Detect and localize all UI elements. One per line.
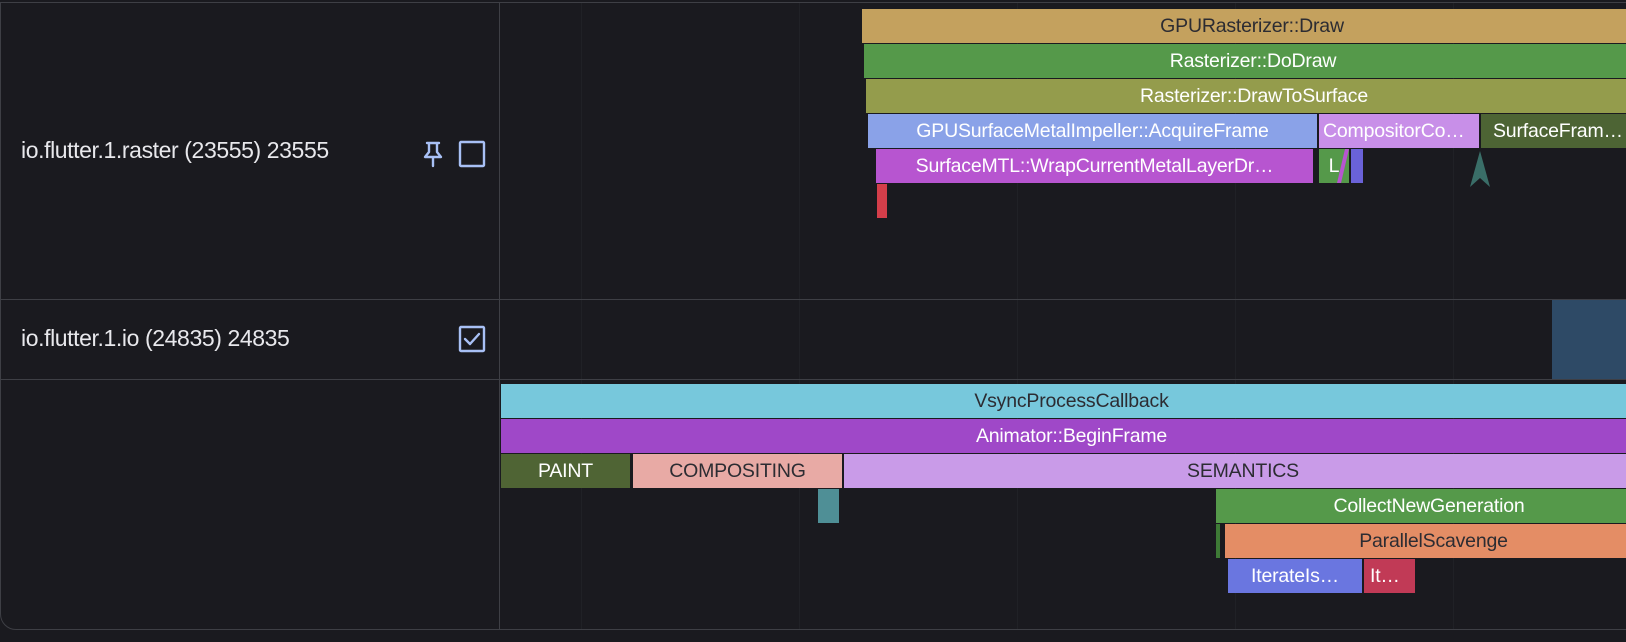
- slice-iterate-2[interactable]: It…: [1364, 559, 1415, 593]
- slice-io-block[interactable]: [1552, 300, 1626, 379]
- slice-compositor[interactable]: CompositorCo…: [1319, 114, 1479, 148]
- slice-wrap-current-metal-layer[interactable]: SurfaceMTL::WrapCurrentMetalLayerDr…: [876, 149, 1313, 183]
- slice-semantics[interactable]: SEMANTICS: [844, 454, 1626, 488]
- slice-tiny-red[interactable]: [877, 184, 887, 218]
- slice-collect-new-generation[interactable]: CollectNewGeneration: [1216, 489, 1626, 523]
- slice-iterate-1[interactable]: IterateIs…: [1228, 559, 1362, 593]
- small-slices[interactable]: [1337, 149, 1363, 183]
- slice-animator-begin-frame[interactable]: Animator::BeginFrame: [501, 419, 1626, 453]
- slice-compositing[interactable]: COMPOSITING: [633, 454, 842, 488]
- slice-gpu-rasterizer-draw[interactable]: GPURasterizer::Draw: [862, 9, 1626, 43]
- slice-vsync-process-callback[interactable]: VsyncProcessCallback: [501, 384, 1626, 418]
- slice-tiny-teal[interactable]: [818, 489, 839, 523]
- slice-rasterizer-do-draw[interactable]: Rasterizer::DoDraw: [864, 44, 1626, 78]
- track-checkbox-io[interactable]: [458, 325, 486, 353]
- timeline-panel: io.flutter.1.raster (23555) 23555 io.flu…: [0, 2, 1626, 630]
- pin-icon[interactable]: [420, 140, 446, 168]
- slice-surface-frame[interactable]: SurfaceFram…: [1481, 114, 1626, 148]
- slice-acquire-frame[interactable]: GPUSurfaceMetalImpeller::AcquireFrame: [868, 114, 1317, 148]
- track-label-column: io.flutter.1.raster (23555) 23555 io.flu…: [1, 3, 500, 629]
- slice-paint[interactable]: PAINT: [501, 454, 630, 488]
- track-label-raster: io.flutter.1.raster (23555) 23555: [21, 137, 329, 163]
- track-checkbox-raster[interactable]: [458, 140, 486, 168]
- slice-tiny-green[interactable]: [1216, 524, 1220, 558]
- grid-line: [581, 3, 582, 629]
- track-label-io: io.flutter.1.io (24835) 24835: [21, 325, 290, 351]
- slice-rasterizer-draw-to-surface[interactable]: Rasterizer::DrawToSurface: [866, 79, 1626, 113]
- slice-parallel-scavenge[interactable]: ParallelScavenge: [1225, 524, 1626, 558]
- grid-line: [799, 3, 800, 629]
- flow-arrow-icon: [1470, 151, 1490, 187]
